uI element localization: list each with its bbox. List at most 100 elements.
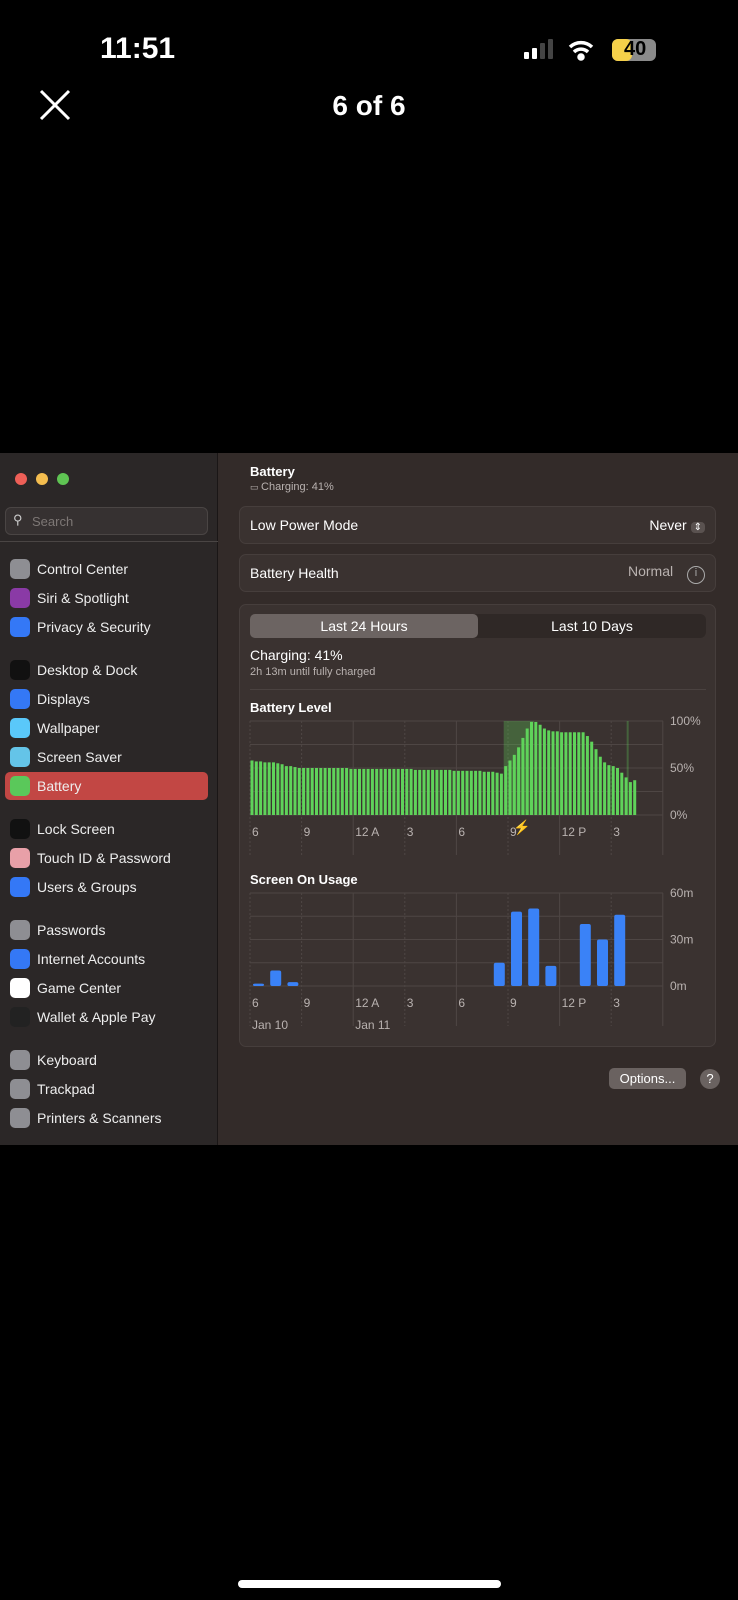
x-tick-label: 12 A [355, 996, 379, 1010]
keyboard-icon [10, 1050, 30, 1070]
battery-bar [495, 772, 499, 815]
x-tick-label: 9 [304, 825, 311, 839]
battery-bar [594, 749, 598, 815]
sidebar-item-users-groups[interactable]: Users & Groups [5, 873, 208, 901]
sidebar-item-trackpad[interactable]: Trackpad [5, 1075, 208, 1103]
usage-bar [545, 965, 557, 986]
battery-bar [517, 747, 521, 815]
sidebar-item-privacy-security[interactable]: Privacy & Security [5, 613, 208, 641]
battery-bar [379, 768, 383, 815]
battery-bar [525, 728, 529, 815]
battery-bar [259, 761, 263, 815]
help-button[interactable]: ? [700, 1069, 720, 1089]
battery-bar [422, 769, 426, 815]
home-indicator[interactable] [238, 1580, 501, 1588]
sidebar-item-passwords[interactable]: Passwords [5, 916, 208, 944]
x-tick-label: 9 [304, 996, 311, 1010]
page-subtitle: ▭ Charging: 41% [250, 481, 334, 493]
printers-scanners-icon [10, 1108, 30, 1128]
sidebar-item-label: Wallpaper [37, 720, 100, 736]
battery-bar [293, 767, 297, 815]
sidebar-item-displays[interactable]: Displays [5, 685, 208, 713]
battery-bar [628, 782, 632, 815]
battery-bar [388, 768, 392, 815]
sidebar-item-wallpaper[interactable]: Wallpaper [5, 714, 208, 742]
sidebar-item-internet-accounts[interactable]: Internet Accounts [5, 945, 208, 973]
battery-bar [452, 770, 456, 815]
y-tick-label: 0% [670, 808, 688, 822]
touch-id-password-icon [10, 848, 30, 868]
battery-bar [302, 768, 306, 815]
main-pane: Battery ▭ Charging: 41% Low Power Mode N… [219, 453, 738, 1145]
sidebar-item-game-center[interactable]: Game Center [5, 974, 208, 1002]
sidebar-item-lock-screen[interactable]: Lock Screen [5, 815, 208, 843]
sidebar-item-touch-id-password[interactable]: Touch ID & Password [5, 844, 208, 872]
sidebar-item-battery[interactable]: Battery [5, 772, 208, 800]
battery-bar [444, 769, 447, 815]
battery-bar [542, 728, 546, 815]
info-icon[interactable]: i [687, 565, 705, 584]
battery-bar [469, 770, 473, 815]
battery-bar [499, 773, 503, 815]
battery-bar [512, 754, 516, 815]
battery-bar [349, 768, 353, 815]
options-button[interactable]: Options... [609, 1068, 686, 1089]
search-input[interactable]: ⚲ Search [5, 507, 208, 535]
sidebar-item-printers-scanners[interactable]: Printers & Scanners [5, 1104, 208, 1132]
battery-bar [534, 721, 538, 815]
battery-bar [306, 768, 310, 815]
usage-bar [528, 908, 540, 986]
battery-bar [590, 741, 594, 815]
battery-bar [465, 770, 469, 815]
battery-bar [353, 768, 357, 815]
battery-percent: 40 [624, 38, 647, 60]
battery-bar [508, 760, 512, 815]
game-center-icon [10, 978, 30, 998]
x-tick-label: 12 P [562, 996, 587, 1010]
battery-bar [375, 768, 379, 815]
sidebar-item-label: Lock Screen [37, 821, 115, 837]
battery-bar [327, 768, 331, 815]
x-tick-label: 3 [407, 825, 414, 839]
y-tick-label: 50% [670, 761, 694, 775]
battery-bar [409, 768, 413, 815]
battery-bar [405, 768, 409, 815]
zoom-window-button[interactable] [57, 473, 69, 485]
battery-bar [280, 764, 284, 815]
charging-bolt-icon: ⚡ [513, 819, 530, 836]
battery-bar [474, 770, 478, 815]
usage-bar [511, 911, 522, 986]
sidebar-item-label: Desktop & Dock [37, 662, 138, 678]
sidebar-item-siri-spotlight[interactable]: Siri & Spotlight [5, 584, 208, 612]
battery-bar [297, 768, 301, 815]
sidebar-item-control-center[interactable]: Control Center [5, 555, 208, 583]
battery-bar [392, 768, 396, 815]
minimize-window-button[interactable] [36, 473, 48, 485]
battery-bar [435, 769, 439, 815]
low-power-select[interactable]: Never ⇕ [649, 517, 705, 533]
usage-card: Last 24 Hours Last 10 Days Charging: 41%… [239, 604, 716, 1047]
battery-bar [585, 736, 589, 815]
x-tick-label: 6 [252, 825, 259, 839]
x-tick-label: 3 [407, 996, 414, 1010]
sidebar-item-desktop-dock[interactable]: Desktop & Dock [5, 656, 208, 684]
sidebar-item-screen-saver[interactable]: Screen Saver [5, 743, 208, 771]
battery-bar [555, 731, 559, 815]
battery-bar [426, 769, 430, 815]
battery-bar [530, 721, 533, 815]
battery-bar [633, 780, 637, 815]
chevron-updown-icon: ⇕ [690, 522, 705, 533]
battery-bar [310, 768, 314, 815]
sidebar-item-label: Game Center [37, 980, 122, 996]
sidebar-item-keyboard[interactable]: Keyboard [5, 1046, 208, 1074]
sidebar-item-label: Displays [37, 691, 90, 707]
displays-icon [10, 689, 30, 709]
battery-bar [254, 761, 258, 815]
battery-bar [362, 768, 366, 815]
battery-bar [370, 768, 374, 815]
close-window-button[interactable] [15, 473, 27, 485]
sidebar-item-wallet-apple-pay[interactable]: Wallet & Apple Pay [5, 1003, 208, 1031]
battery-bar [607, 765, 611, 815]
battery-bar [439, 769, 443, 815]
x-tick-label: 12 A [355, 825, 379, 839]
